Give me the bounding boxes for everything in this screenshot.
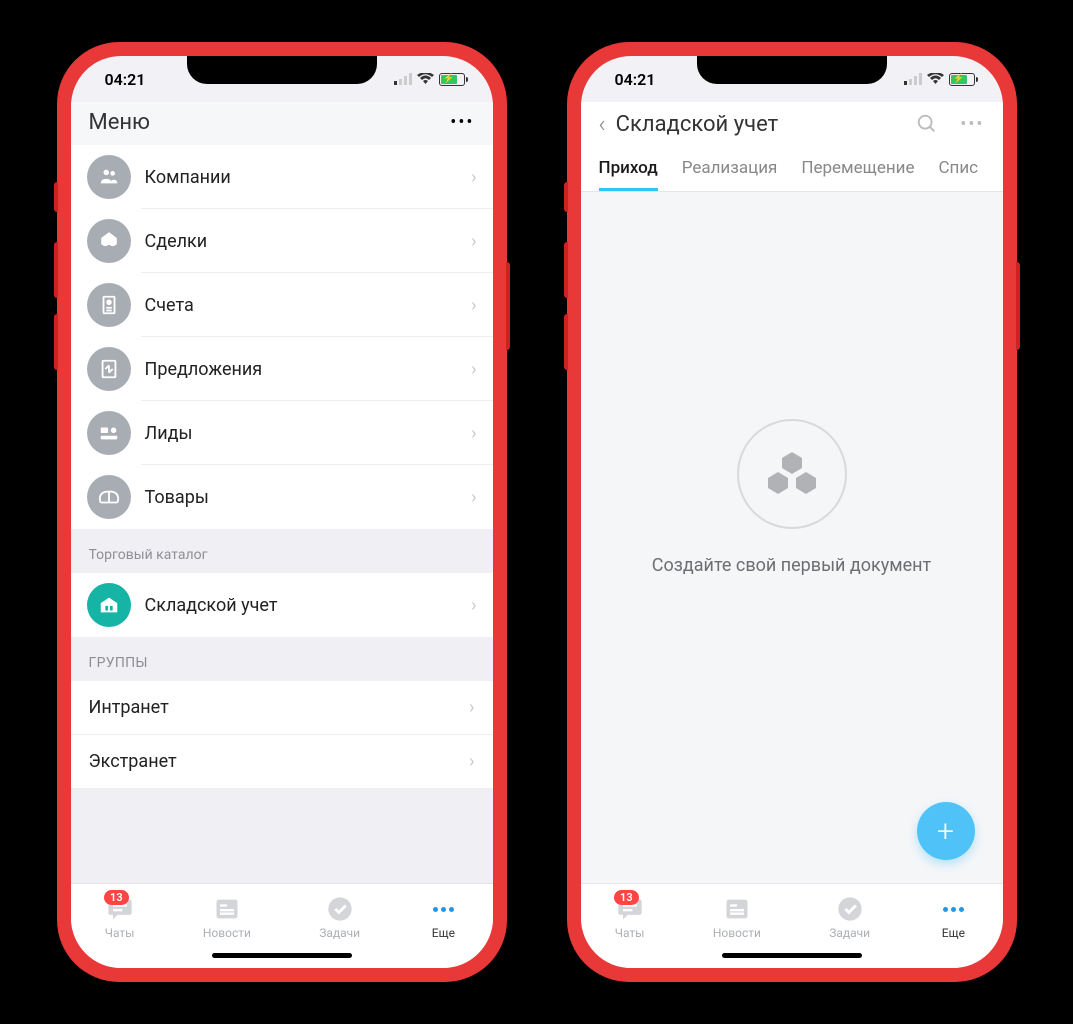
invoices-icon: [87, 283, 131, 327]
tab-news[interactable]: Новости: [713, 894, 761, 940]
tab-more[interactable]: Еще: [938, 894, 968, 940]
chevron-right-icon: ›: [469, 697, 474, 718]
tabs: Приход Реализация Перемещение Спис: [581, 148, 1003, 192]
menu-item-inventory[interactable]: Складской учет ›: [71, 573, 493, 637]
tab-sales[interactable]: Реализация: [682, 158, 778, 191]
tab-chats[interactable]: 13 Чаты: [615, 894, 645, 940]
tab-more[interactable]: Еще: [428, 894, 458, 940]
chevron-right-icon: ›: [471, 423, 476, 444]
tab-writeoff[interactable]: Спис: [938, 158, 978, 191]
group-item-extranet[interactable]: Экстранет ›: [71, 735, 493, 789]
products-icon: [87, 475, 131, 519]
tab-label: Задачи: [319, 926, 360, 940]
boxes-icon: [764, 446, 820, 502]
offers-icon: [87, 347, 131, 391]
empty-icon-circle: [737, 419, 847, 529]
menu-item-label: Товары: [145, 487, 472, 508]
tab-income[interactable]: Приход: [599, 158, 658, 191]
news-icon: [722, 894, 752, 924]
search-icon[interactable]: [916, 113, 938, 135]
companies-icon: [87, 155, 131, 199]
menu-item-leads[interactable]: Лиды ›: [71, 401, 493, 465]
wifi-icon: [927, 73, 944, 85]
section-header-catalog: Торговый каталог: [71, 529, 493, 573]
empty-state: Создайте свой первый документ: [581, 192, 1003, 883]
page-title: Складской учет: [616, 112, 779, 137]
menu-item-products[interactable]: Товары ›: [71, 465, 493, 529]
tab-chats[interactable]: 13 Чаты: [105, 894, 135, 940]
menu-item-label: Сделки: [145, 231, 472, 252]
chevron-right-icon: ›: [471, 487, 476, 508]
menu-item-label: Компании: [145, 167, 472, 188]
more-icon[interactable]: •••: [960, 114, 984, 135]
battery-icon: ⚡: [439, 73, 465, 86]
tasks-icon: [325, 894, 355, 924]
nav-header: ‹ Складской учет •••: [581, 102, 1003, 148]
group-item-intranet[interactable]: Интранет ›: [71, 681, 493, 735]
section-header-groups: ГРУППЫ: [71, 637, 493, 681]
nav-header: Меню •••: [71, 102, 493, 145]
menu-item-label: Лиды: [145, 423, 472, 444]
tab-tasks[interactable]: Задачи: [319, 894, 360, 940]
menu-item-companies[interactable]: Компании ›: [71, 145, 493, 209]
wifi-icon: [417, 73, 434, 85]
tasks-icon: [835, 894, 865, 924]
tab-label: Еще: [432, 926, 455, 940]
more-icon: [938, 894, 968, 924]
tab-label: Чаты: [615, 926, 645, 940]
leads-icon: [87, 411, 131, 455]
chevron-right-icon: ›: [471, 231, 476, 252]
battery-icon: ⚡: [949, 73, 975, 86]
chevron-right-icon: ›: [471, 167, 476, 188]
menu-item-label: Складской учет: [145, 595, 472, 616]
tab-label: Еще: [942, 926, 965, 940]
tab-label: Чаты: [105, 926, 135, 940]
signal-icon: [904, 73, 922, 85]
badge: 13: [104, 890, 129, 905]
menu-item-label: Счета: [145, 295, 472, 316]
notch: [187, 56, 377, 84]
tab-label: Задачи: [829, 926, 870, 940]
tab-news[interactable]: Новости: [203, 894, 251, 940]
chevron-right-icon: ›: [471, 295, 476, 316]
badge: 13: [614, 890, 639, 905]
menu-item-label: Предложения: [145, 359, 472, 380]
inventory-icon: [87, 583, 131, 627]
more-icon: [428, 894, 458, 924]
empty-text: Создайте свой первый документ: [652, 555, 931, 576]
phone-left: 04:21 ⚡ Меню ••• Компании › Сделки: [57, 42, 507, 982]
deals-icon: [87, 219, 131, 263]
home-indicator[interactable]: [722, 953, 862, 958]
back-button[interactable]: ‹: [599, 110, 606, 138]
menu-item-deals[interactable]: Сделки ›: [71, 209, 493, 273]
menu-item-invoices[interactable]: Счета ›: [71, 273, 493, 337]
chevron-right-icon: ›: [471, 595, 476, 616]
menu-item-offers[interactable]: Предложения ›: [71, 337, 493, 401]
group-label: Интранет: [89, 697, 169, 718]
signal-icon: [394, 73, 412, 85]
chevron-right-icon: ›: [469, 751, 474, 772]
tab-tasks[interactable]: Задачи: [829, 894, 870, 940]
status-time: 04:21: [615, 70, 656, 89]
fab-add-button[interactable]: +: [917, 802, 975, 860]
group-label: Экстранет: [89, 751, 177, 772]
home-indicator[interactable]: [212, 953, 352, 958]
tab-transfer[interactable]: Перемещение: [801, 158, 914, 191]
more-icon[interactable]: •••: [450, 112, 474, 133]
page-title: Меню: [89, 110, 151, 135]
news-icon: [212, 894, 242, 924]
phone-right: 04:21 ⚡ ‹ Складской учет ••• Приход Реал…: [567, 42, 1017, 982]
chevron-right-icon: ›: [471, 359, 476, 380]
notch: [697, 56, 887, 84]
tab-label: Новости: [713, 926, 761, 940]
status-time: 04:21: [105, 70, 146, 89]
tab-label: Новости: [203, 926, 251, 940]
